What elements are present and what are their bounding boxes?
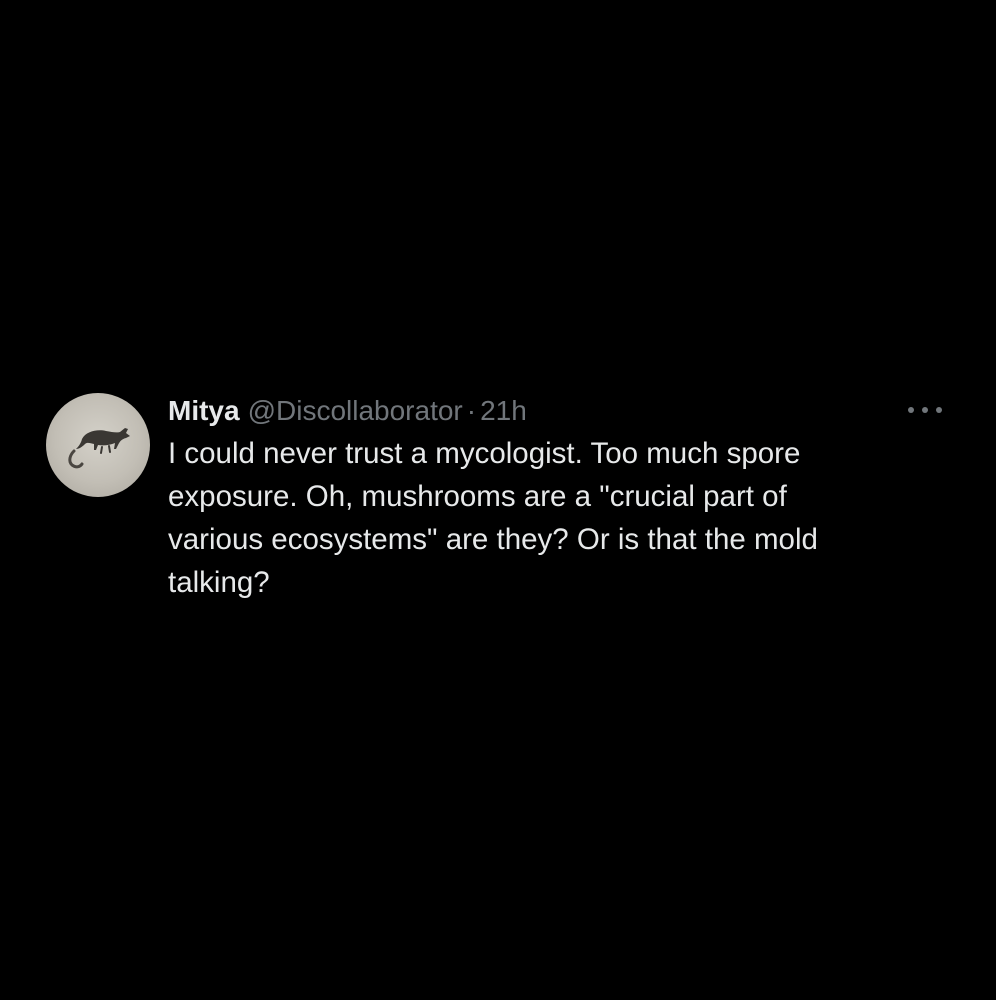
more-options-icon[interactable] [908,401,942,419]
separator-dot: · [466,395,477,426]
tweet-header: Mitya @Discollaborator · 21h [168,391,527,431]
tweet-card[interactable]: Mitya @Discollaborator · 21h I could nev… [46,389,956,619]
tweet-text: I could never trust a mycologist. Too mu… [168,437,818,599]
author-handle[interactable]: @Discollaborator [248,391,463,431]
timestamp[interactable]: 21h [480,391,527,431]
dot-icon [936,407,942,413]
author-name[interactable]: Mitya [168,391,240,431]
dot-icon [908,407,914,413]
dot-icon [922,407,928,413]
animal-avatar-icon [68,428,130,469]
avatar[interactable] [46,393,150,497]
